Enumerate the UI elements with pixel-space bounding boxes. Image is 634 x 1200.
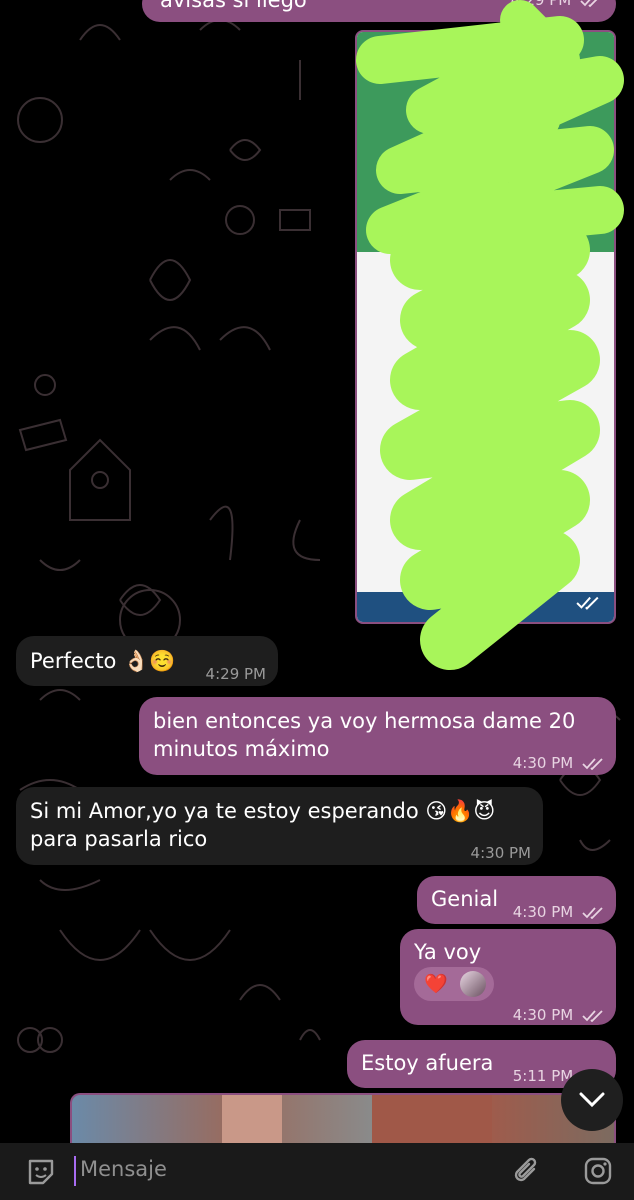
scroll-down-button[interactable] — [561, 1069, 623, 1131]
double-check-icon — [580, 0, 597, 7]
double-check-icon — [582, 1009, 603, 1022]
message-text: Estoy afuera — [361, 1051, 494, 1075]
message-text: Ya voy — [414, 940, 482, 964]
reactor-avatar — [460, 971, 486, 997]
sticker-icon[interactable] — [26, 1157, 56, 1187]
text-cursor — [74, 1156, 76, 1186]
reaction-heart: ❤️ — [424, 973, 448, 995]
message-text-line: para pasarla rico — [30, 827, 208, 851]
photo-detail — [372, 1095, 492, 1143]
message-text: Perfecto 👌🏻☺️ — [30, 649, 176, 673]
message-text-line: minutos máximo — [153, 737, 330, 761]
message-outgoing[interactable]: Genial 4:30 PM — [417, 876, 616, 924]
message-text-line: Si mi Amor,yo ya te estoy esperando 😘🔥😈 — [30, 799, 496, 823]
message-incoming[interactable]: Si mi Amor,yo ya te estoy esperando 😘🔥😈 … — [16, 787, 543, 865]
message-time: 4:29 PM — [205, 665, 266, 683]
message-outgoing[interactable]: bien entonces ya voy hermosa dame 20 min… — [139, 697, 616, 775]
chevron-down-icon — [579, 1092, 605, 1108]
double-check-icon — [576, 596, 599, 610]
camera-icon[interactable] — [583, 1156, 613, 1186]
message-time: 4:30 PM — [513, 1001, 604, 1030]
message-photo[interactable] — [355, 30, 616, 624]
photo-content-header — [357, 32, 614, 252]
double-check-icon — [582, 906, 603, 919]
reaction-chip[interactable]: ❤️ — [414, 967, 494, 1001]
message-outgoing[interactable]: avisas si llego 4:29 PM — [142, 0, 616, 22]
message-text: Genial — [431, 887, 499, 911]
message-photo-partial[interactable] — [70, 1093, 616, 1143]
message-text: avisas si llego — [160, 0, 307, 12]
message-time: 4:30 PM — [513, 749, 604, 778]
double-check-icon — [582, 757, 603, 770]
photo-content-body — [357, 252, 614, 622]
message-text-line: bien entonces ya voy hermosa dame 20 — [153, 709, 576, 733]
message-time: 4:30 PM — [470, 844, 531, 862]
photo-detail — [222, 1095, 282, 1143]
message-time: 4:29 PM — [511, 0, 602, 15]
message-input[interactable]: Mensaje — [80, 1157, 167, 1181]
message-incoming[interactable]: Perfecto 👌🏻☺️ 4:29 PM — [16, 636, 278, 686]
message-outgoing[interactable]: Ya voy ❤️ 4:30 PM — [400, 929, 616, 1025]
message-time: 4:30 PM — [513, 898, 604, 927]
attach-icon[interactable] — [512, 1155, 542, 1189]
message-composer: Mensaje — [0, 1143, 634, 1200]
